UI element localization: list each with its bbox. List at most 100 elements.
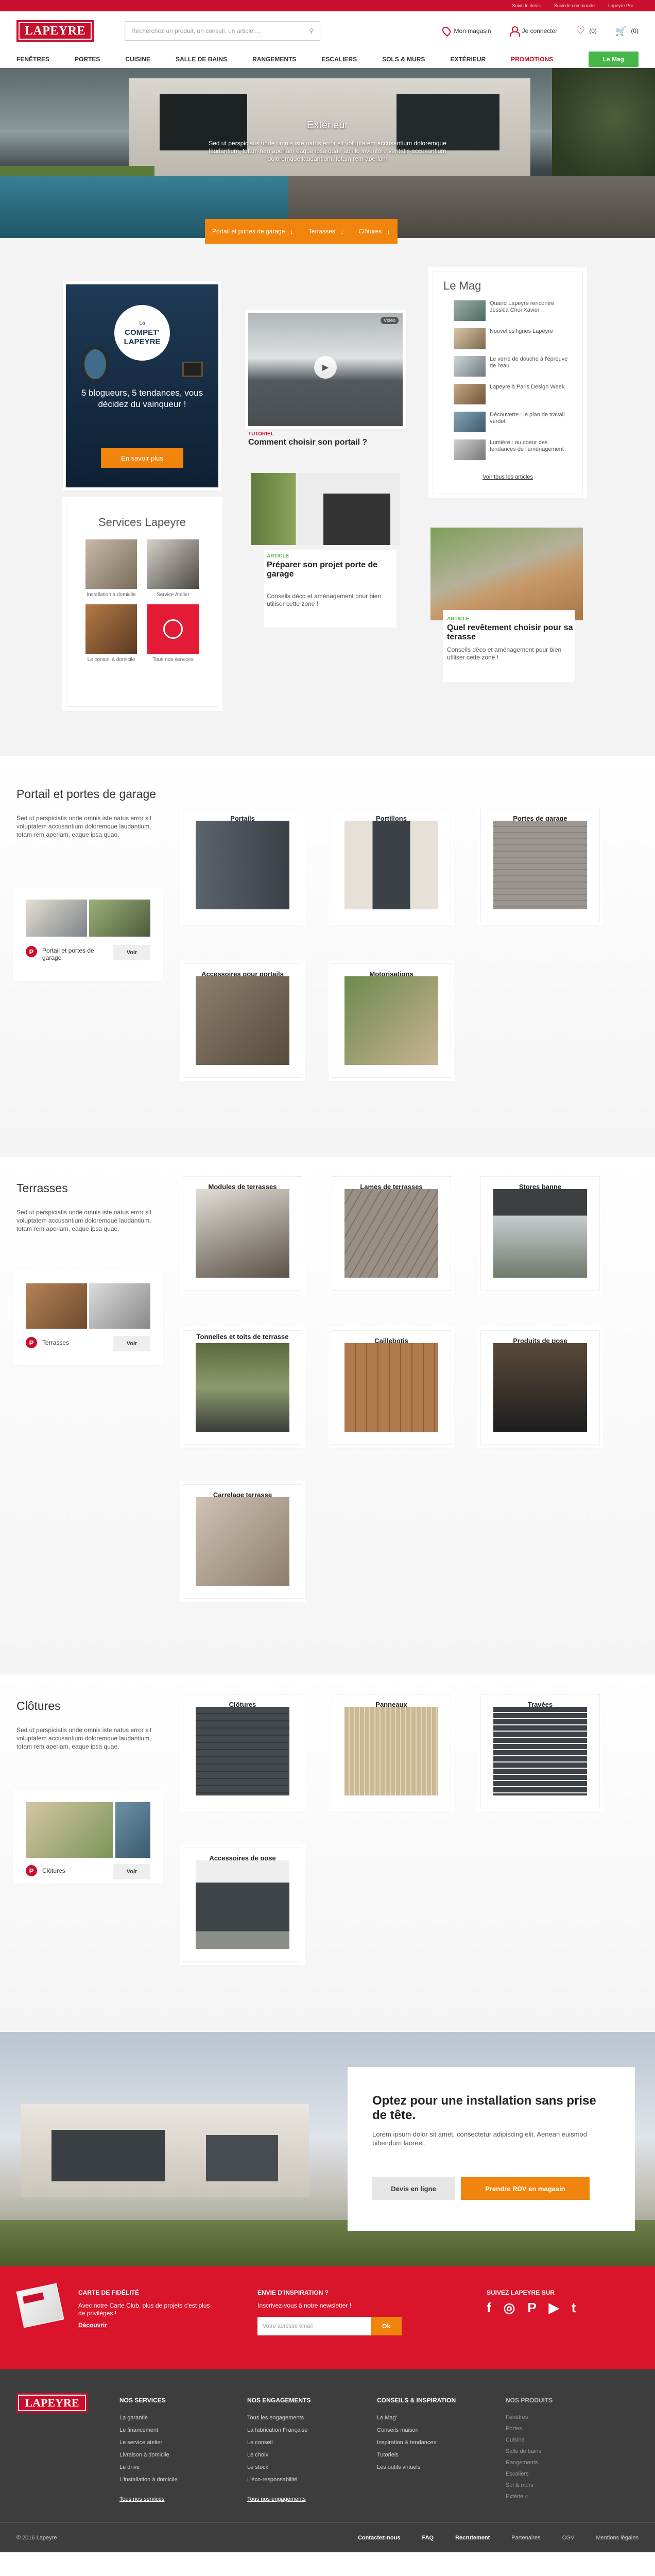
article-card-portail[interactable]: Vidéo ▶ TUTORIEL Comment choisir son por… <box>248 313 403 447</box>
decouvrir-link[interactable]: Découvrir <box>78 2321 107 2329</box>
nav-item-promotions[interactable]: PROMOTIONS <box>511 56 553 63</box>
footer-link[interactable]: Portes <box>506 2423 553 2434</box>
product-card[interactable]: Motorisations <box>332 963 451 1078</box>
footer-link[interactable]: Escaliers <box>506 2468 553 2480</box>
footer-link[interactable]: Conseils maison <box>377 2424 456 2436</box>
product-card[interactable]: Produits de pose <box>480 1330 600 1445</box>
article-card-garage[interactable]: ARTICLE Préparer son projet porte de gar… <box>248 470 403 628</box>
footer-bottom-link[interactable]: Mentions légales <box>596 2535 639 2541</box>
play-icon[interactable]: ▶ <box>314 356 337 379</box>
facebook-icon[interactable]: f <box>487 2301 491 2314</box>
instagram-icon[interactable]: ◎ <box>504 2301 515 2314</box>
footer-link[interactable]: Cuisine <box>506 2434 553 2446</box>
footer-logo[interactable]: LAPEYRE <box>16 2393 88 2413</box>
mag-article[interactable]: Lumière : au coeur des tendances de l'am… <box>454 439 573 462</box>
topbar-link-pro[interactable]: Lapeyre Pro <box>608 3 633 8</box>
product-card[interactable]: Portails <box>183 808 302 922</box>
mag-article[interactable]: Découverte : le plan de travail verdet <box>454 412 573 434</box>
nav-item-exterieur[interactable]: EXTÉRIEUR <box>450 56 486 63</box>
service-atelier[interactable]: Service Atelier <box>147 539 199 598</box>
footer-link[interactable]: Le Mag' <box>377 2412 456 2424</box>
footer-link[interactable]: L'installation à domicile <box>119 2473 178 2486</box>
footer-link[interactable]: Rangements <box>506 2457 553 2468</box>
nav-item-cuisine[interactable]: CUISINE <box>125 56 150 63</box>
product-card[interactable]: Modules de terrasses <box>183 1176 302 1291</box>
le-mag-button[interactable]: Le Mag <box>588 51 639 67</box>
footer-bottom-link[interactable]: CGV <box>562 2535 575 2541</box>
topbar-link-commande[interactable]: Suivi de commande <box>554 3 595 8</box>
footer-bottom-link[interactable]: FAQ <box>422 2535 434 2541</box>
account-link[interactable]: Je connecter <box>509 26 557 37</box>
newsletter-email-input[interactable]: Votre adresse email <box>257 2317 371 2335</box>
newsletter-ok-button[interactable]: Ok <box>371 2317 402 2335</box>
footer-link[interactable]: Extérieur <box>506 2491 553 2502</box>
voir-button[interactable]: Voir <box>113 1864 150 1879</box>
footer-link[interactable]: La garantie <box>119 2412 178 2424</box>
product-card[interactable]: Travées <box>480 1694 600 1808</box>
mon-magasin-link[interactable]: Mon magasin <box>440 25 491 37</box>
footer-link[interactable]: L'éco-responsabilité <box>247 2473 311 2486</box>
pinterest-icon[interactable]: P <box>527 2301 536 2314</box>
en-savoir-plus-button[interactable]: En savoir plus <box>101 448 183 468</box>
nav-item-rangements[interactable]: RANGEMENTS <box>252 56 296 63</box>
footer-link[interactable]: Fenêtres <box>506 2412 553 2423</box>
footer-link[interactable]: Les outils virtuels <box>377 2461 456 2473</box>
product-card[interactable]: Portillons <box>332 808 451 922</box>
product-card[interactable]: Carrelage terrasse <box>183 1484 302 1599</box>
product-card[interactable]: Panneaux <box>332 1694 451 1808</box>
mag-article[interactable]: Le verre de douche à l'épreuve de l'eau <box>454 356 573 379</box>
product-card[interactable]: Stores banne <box>480 1176 600 1291</box>
footer-link[interactable]: Sol & murs <box>506 2480 553 2491</box>
rdv-magasin-button[interactable]: Prendre RDV en magasin <box>461 2177 590 2200</box>
mag-article[interactable]: Lapeyre à Paris Design Week <box>454 384 573 406</box>
product-card[interactable]: Caillebotis <box>332 1330 451 1445</box>
footer-link[interactable]: Le service atelier <box>119 2436 178 2449</box>
tous-nos-services-link[interactable]: Tous nos services <box>119 2493 178 2505</box>
footer-link[interactable]: Le stock <box>247 2461 311 2473</box>
twitter-icon[interactable]: t <box>572 2301 576 2314</box>
product-card[interactable]: Accessoires de pose <box>183 1848 302 1962</box>
service-conseil[interactable]: Le conseil à domicile <box>85 604 137 663</box>
tab-terrasses[interactable]: Terrasses ↓ <box>301 219 352 244</box>
nav-item-salle-de-bains[interactable]: SALLE DE BAINS <box>176 56 227 63</box>
product-card[interactable]: Portes de garage <box>480 808 600 922</box>
footer-link[interactable]: Le financement <box>119 2424 178 2436</box>
product-card[interactable]: Clôtures <box>183 1694 302 1808</box>
footer-link[interactable]: Le choix <box>247 2449 311 2461</box>
footer-bottom-link[interactable]: Recrutement <box>455 2535 490 2541</box>
footer-link[interactable]: Le conseil <box>247 2436 311 2449</box>
footer-link[interactable]: Inspiration & tendances <box>377 2436 456 2449</box>
wishlist-link[interactable]: ♡ (0) <box>576 26 597 36</box>
footer-link[interactable]: Livraison à domicile <box>119 2449 178 2461</box>
product-card[interactable]: Tonnelles et toits de terrasse <box>183 1330 302 1445</box>
youtube-icon[interactable]: ▶ <box>549 2301 559 2314</box>
topbar-link-devis[interactable]: Suivi de devis <box>512 3 541 8</box>
mag-article[interactable]: Quand Lapeyre rencontre Jessica Choi Xav… <box>454 300 573 323</box>
footer-bottom-link[interactable]: Contactez-nous <box>358 2535 401 2541</box>
lapeyre-logo[interactable]: LAPEYRE <box>16 20 94 42</box>
mag-article[interactable]: Nouvelles lignes Lapeyre <box>454 328 573 351</box>
tab-portail[interactable]: Portail et portes de garage ↓ <box>205 219 301 244</box>
search-input[interactable]: Recherchez un produit, un conseil, un ar… <box>125 21 320 41</box>
devis-en-ligne-button[interactable]: Devis en ligne <box>372 2177 455 2200</box>
nav-item-escaliers[interactable]: ESCALIERS <box>321 56 357 63</box>
product-card[interactable]: Accessoires pour portails <box>183 963 302 1078</box>
footer-link[interactable]: Salle de bains <box>506 2446 553 2457</box>
footer-link[interactable]: Le drive <box>119 2461 178 2473</box>
nav-item-portes[interactable]: PORTES <box>75 56 100 63</box>
voir-tous-articles-link[interactable]: Voir tous les articles <box>433 474 582 480</box>
footer-link[interactable]: La fabrication Française <box>247 2424 311 2436</box>
product-card[interactable]: Lames de terrasses <box>332 1176 451 1291</box>
tous-nos-engagements-link[interactable]: Tous nos engagements <box>247 2493 311 2505</box>
cart-link[interactable]: 🛒 (0) <box>615 26 639 37</box>
nav-item-sols-murs[interactable]: SOLS & MURS <box>382 56 425 63</box>
voir-button[interactable]: Voir <box>113 1336 150 1351</box>
voir-button[interactable]: Voir <box>113 945 150 960</box>
article-card-terrasse[interactable]: ARTICLE Quel revêtement choisir pour sa … <box>430 528 583 682</box>
service-tous[interactable]: Tous nos services <box>147 604 199 663</box>
footer-link[interactable]: Tutoriels <box>377 2449 456 2461</box>
search-icon[interactable]: ⚲ <box>309 27 314 35</box>
footer-bottom-link[interactable]: Partenaires <box>511 2535 540 2541</box>
footer-link[interactable]: Tous les engagements <box>247 2412 311 2424</box>
service-installation[interactable]: Installation à domicile <box>85 539 137 598</box>
